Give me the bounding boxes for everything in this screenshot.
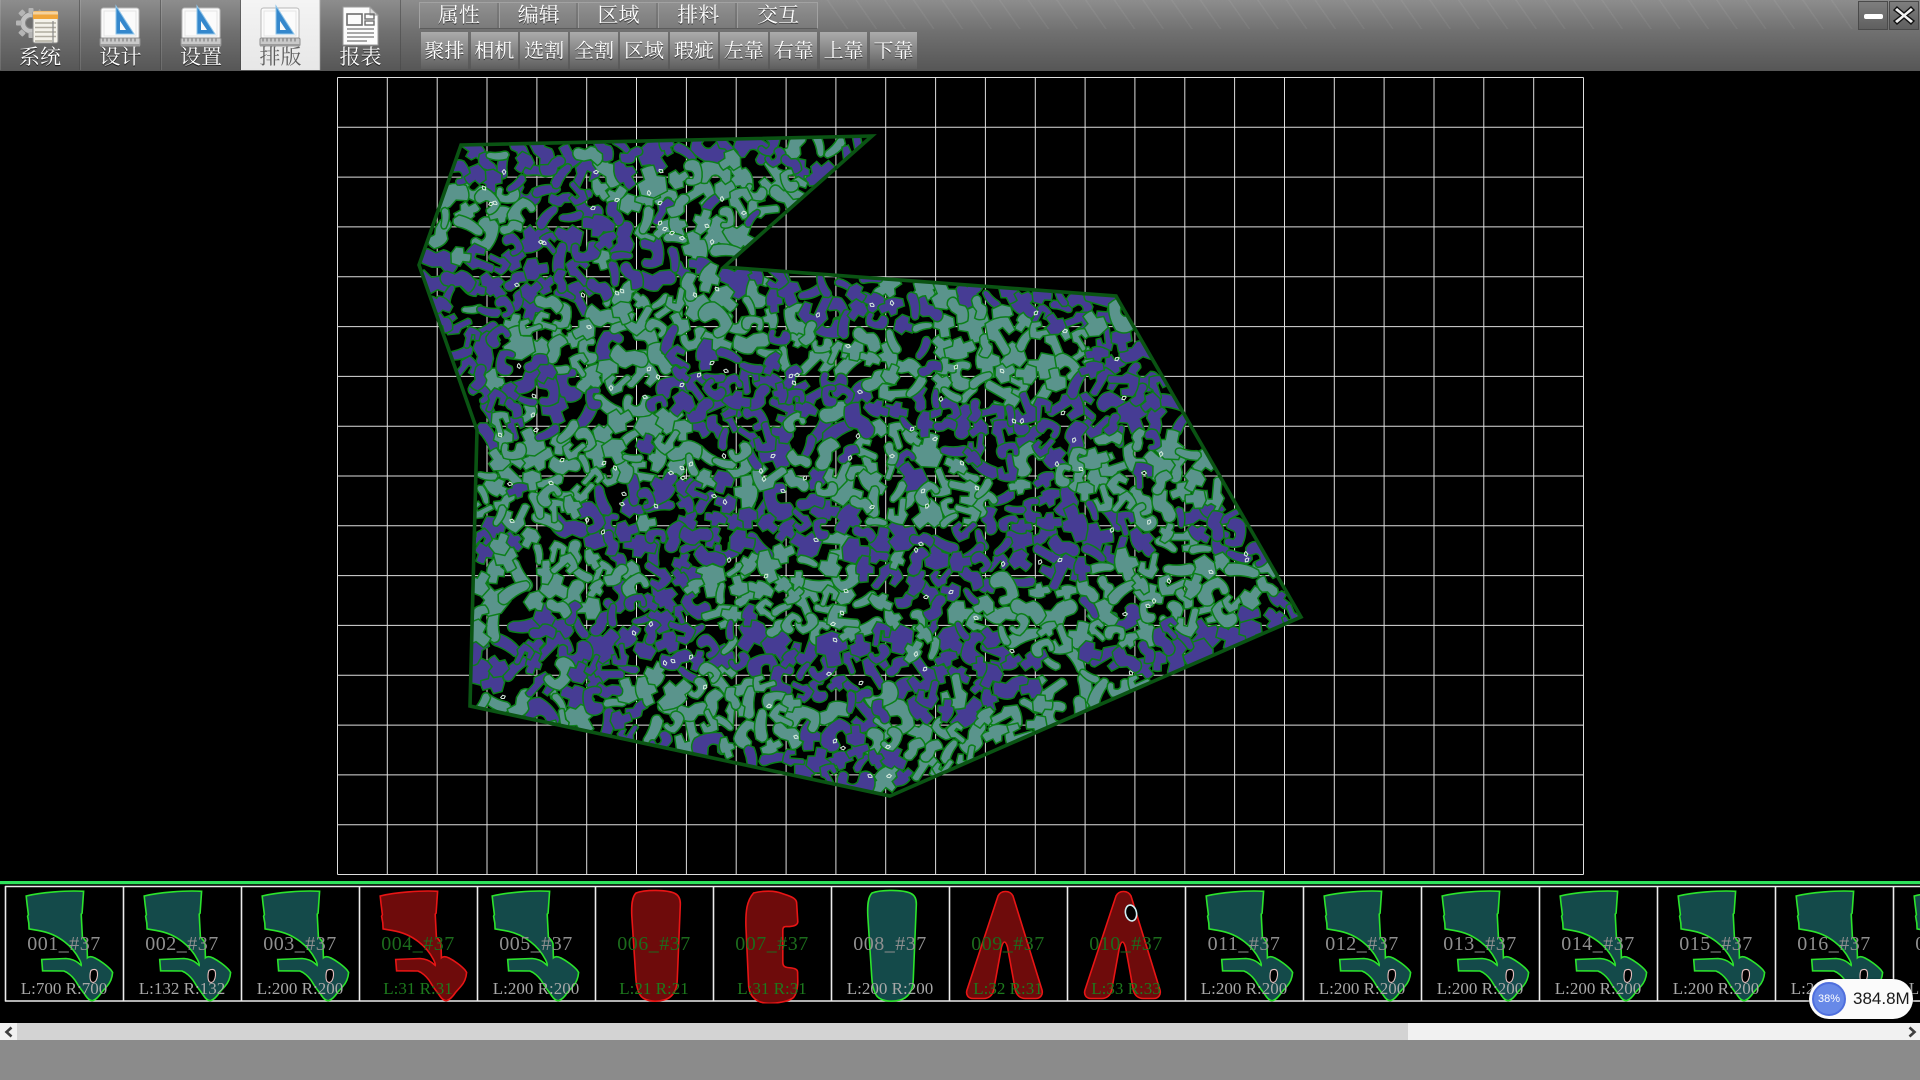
svg-text:007_#37: 007_#37 bbox=[735, 933, 809, 955]
svg-text:L:33 R:33: L:33 R:33 bbox=[1091, 979, 1160, 998]
svg-text:002_#37: 002_#37 bbox=[145, 933, 219, 955]
svg-text:015_#37: 015_#37 bbox=[1679, 933, 1753, 955]
svg-text:004_#37: 004_#37 bbox=[381, 933, 455, 955]
svg-text:L:700 R:700: L:700 R:700 bbox=[21, 979, 107, 998]
svg-text:014_#37: 014_#37 bbox=[1561, 933, 1635, 955]
svg-text:L:31 R:31: L:31 R:31 bbox=[383, 979, 452, 998]
svg-text:L:200 R:200: L:200 R:200 bbox=[1673, 979, 1759, 998]
svg-text:003_#37: 003_#37 bbox=[263, 933, 337, 955]
svg-text:005_#37: 005_#37 bbox=[499, 933, 573, 955]
svg-text:006_#37: 006_#37 bbox=[617, 933, 691, 955]
svg-text:016_#37: 016_#37 bbox=[1797, 933, 1871, 955]
svg-text:L:200 R:200: L:200 R:200 bbox=[257, 979, 343, 998]
svg-text:L:32 R:31: L:32 R:31 bbox=[973, 979, 1042, 998]
svg-text:001_#37: 001_#37 bbox=[27, 933, 101, 955]
svg-text:017_#37: 017_#37 bbox=[1915, 933, 1920, 955]
svg-text:011_#37: 011_#37 bbox=[1208, 933, 1281, 955]
svg-text:L:200 R:200: L:200 R:200 bbox=[493, 979, 579, 998]
svg-text:008_#37: 008_#37 bbox=[853, 933, 927, 955]
svg-text:010_#37: 010_#37 bbox=[1089, 933, 1163, 955]
svg-text:012_#37: 012_#37 bbox=[1325, 933, 1399, 955]
svg-text:009_#37: 009_#37 bbox=[971, 933, 1045, 955]
svg-text:L:200 R:200: L:200 R:200 bbox=[1437, 979, 1523, 998]
svg-text:L:31 R:31: L:31 R:31 bbox=[737, 979, 806, 998]
svg-text:013_#37: 013_#37 bbox=[1443, 933, 1517, 955]
svg-text:L:200 R:200: L:200 R:200 bbox=[847, 979, 933, 998]
svg-text:L:21 R:21: L:21 R:21 bbox=[619, 979, 688, 998]
svg-text:L:132 R:132: L:132 R:132 bbox=[139, 979, 225, 998]
svg-text:L:200 R:200: L:200 R:200 bbox=[1319, 979, 1405, 998]
svg-text:L:200 R:200: L:200 R:200 bbox=[1201, 979, 1287, 998]
svg-text:L:200 R:200: L:200 R:200 bbox=[1555, 979, 1641, 998]
